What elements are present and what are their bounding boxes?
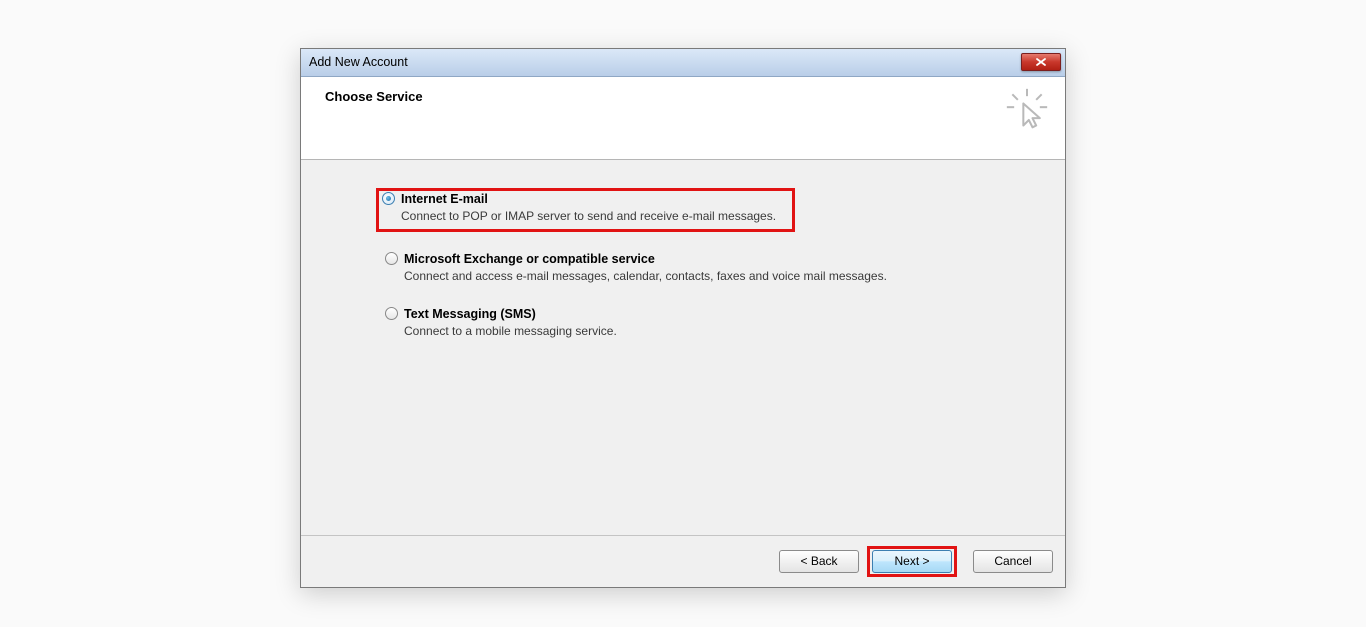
option-desc: Connect to POP or IMAP server to send an… [401, 209, 789, 223]
window-title: Add New Account [309, 55, 1021, 69]
option-label: Internet E-mail [401, 192, 488, 206]
radio-exchange[interactable] [385, 252, 398, 265]
cursor-click-icon [1005, 87, 1049, 131]
option-desc: Connect to a mobile messaging service. [404, 324, 1059, 338]
radio-sms[interactable] [385, 307, 398, 320]
close-icon [1035, 57, 1047, 67]
close-button[interactable] [1021, 53, 1061, 71]
next-button-highlight: Next > [867, 546, 957, 577]
page-heading: Choose Service [325, 89, 1005, 104]
wizard-footer: < Back Next > Cancel [301, 535, 1065, 587]
wizard-header: Choose Service [301, 77, 1065, 160]
radio-internet-email[interactable] [382, 192, 395, 205]
option-exchange[interactable]: Microsoft Exchange or compatible service… [379, 248, 1065, 287]
wizard-content: Internet E-mail Connect to POP or IMAP s… [301, 160, 1065, 535]
add-account-dialog: Add New Account Choose Service Internet … [300, 48, 1066, 588]
option-sms[interactable]: Text Messaging (SMS) Connect to a mobile… [379, 303, 1065, 342]
next-button[interactable]: Next > [872, 550, 952, 573]
option-label: Text Messaging (SMS) [404, 307, 536, 321]
back-button[interactable]: < Back [779, 550, 859, 573]
cancel-button[interactable]: Cancel [973, 550, 1053, 573]
option-internet-email[interactable]: Internet E-mail Connect to POP or IMAP s… [376, 188, 795, 232]
option-label: Microsoft Exchange or compatible service [404, 252, 655, 266]
titlebar[interactable]: Add New Account [301, 49, 1065, 77]
option-desc: Connect and access e-mail messages, cale… [404, 269, 1059, 283]
